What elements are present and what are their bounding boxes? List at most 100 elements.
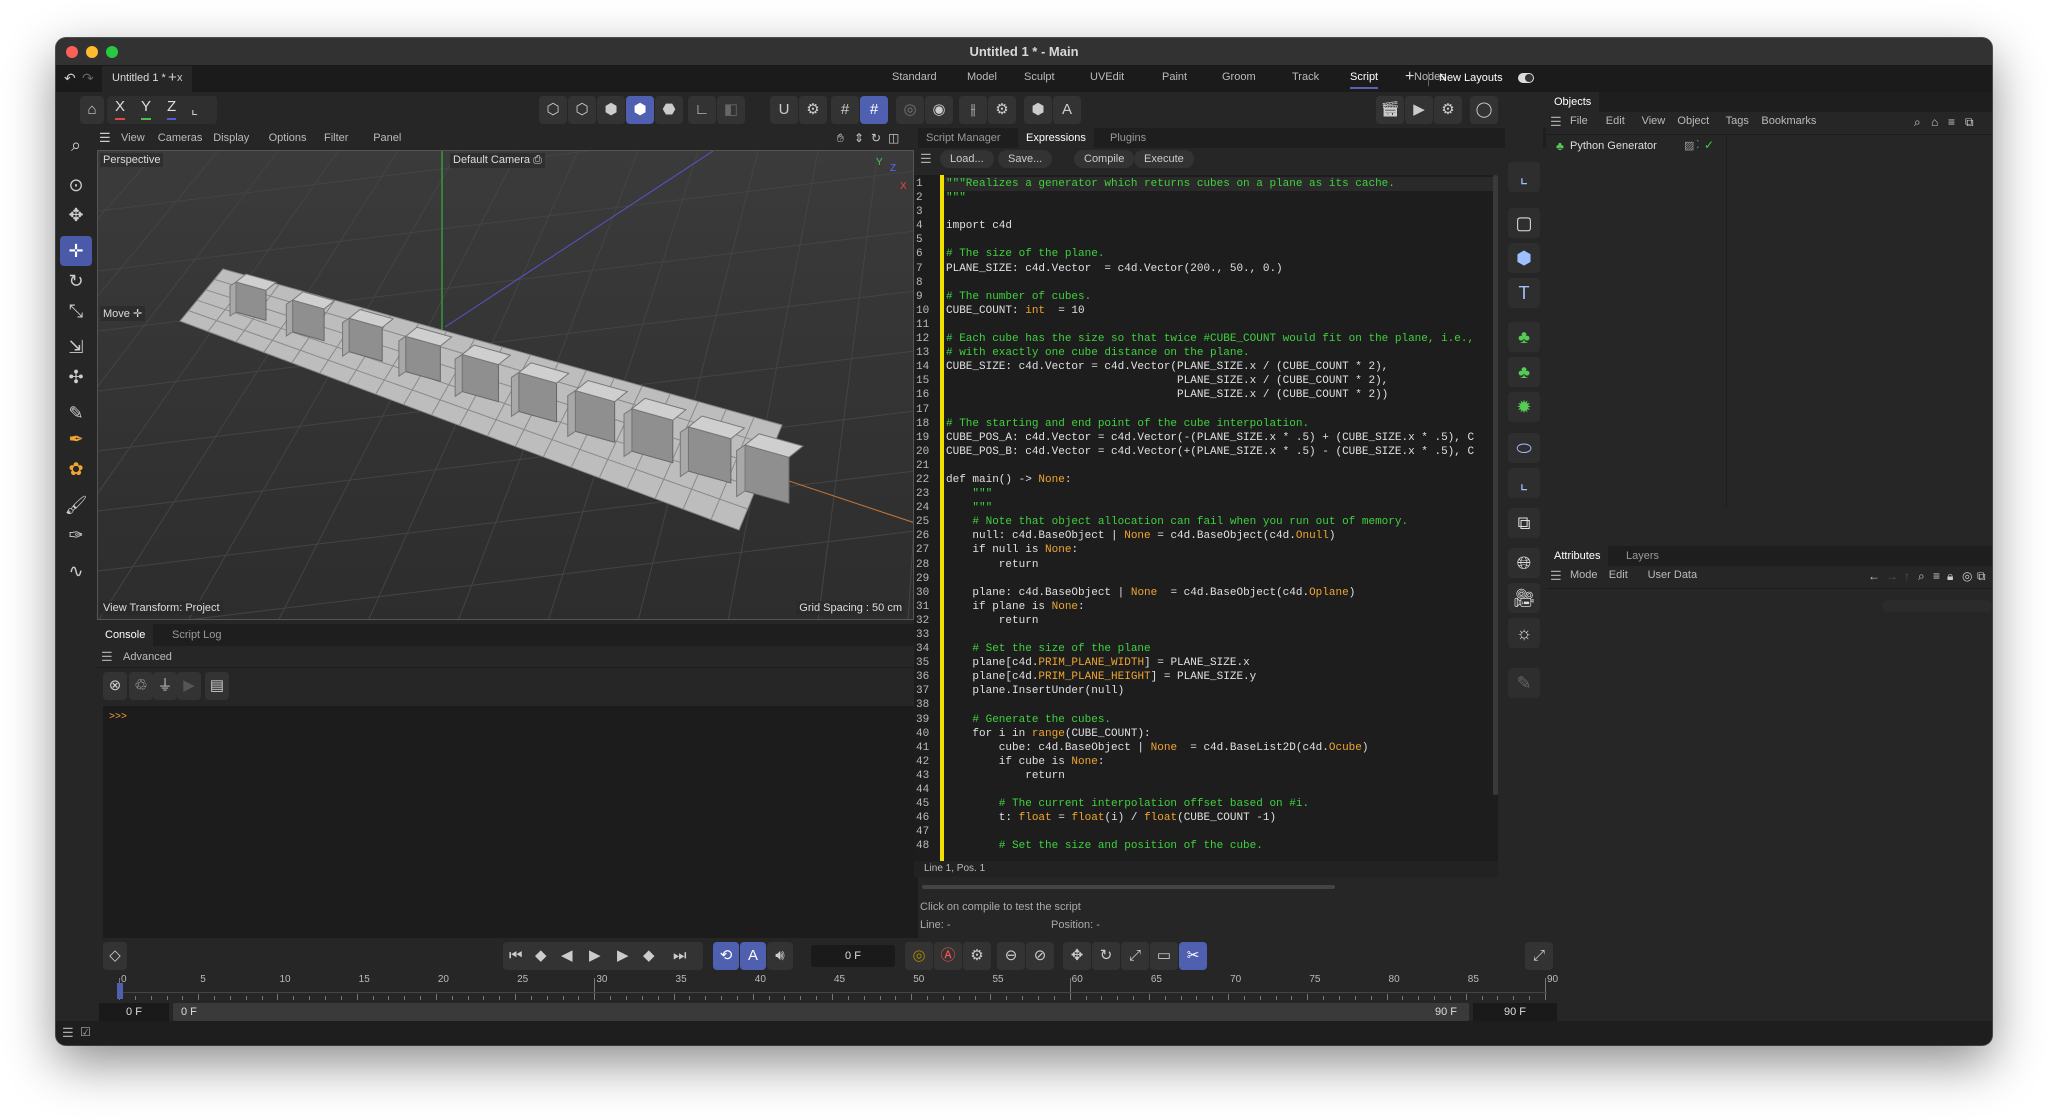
new-layouts-toggle[interactable]: [1518, 73, 1534, 83]
layout-tab-standard[interactable]: Standard: [892, 71, 937, 83]
spline-tools-icon[interactable]: ✒: [60, 424, 92, 454]
scene-icon[interactable]: ⧉: [1508, 508, 1540, 538]
menu-file[interactable]: File: [1570, 115, 1588, 127]
camera-icon[interactable]: 🎥︎: [1508, 583, 1540, 613]
save-button[interactable]: Save...: [998, 150, 1053, 168]
menu-display[interactable]: Display: [213, 132, 249, 144]
x-axis-lock-button[interactable]: X: [115, 96, 126, 120]
cloner-icon[interactable]: ♣: [1508, 357, 1540, 387]
previous-key-icon[interactable]: ◆: [535, 942, 547, 970]
edges-mode-icon[interactable]: ⬡: [568, 96, 596, 124]
hamburger-menu-icon[interactable]: ☰: [62, 1025, 74, 1041]
polygons-mode-icon[interactable]: ⬢: [597, 96, 625, 124]
object-row-python-generator[interactable]: ♣ Python Generator ▨ ⁚ ✓: [1550, 138, 1730, 156]
brush-icon[interactable]: 🖌︎: [60, 490, 92, 520]
console-output[interactable]: >>>: [103, 706, 958, 974]
new-window-icon[interactable]: ⧉: [1965, 115, 1974, 130]
search-icon[interactable]: ⌕: [1914, 115, 1921, 130]
points-mode-icon[interactable]: ⬡: [539, 96, 567, 124]
forward-arrow-icon[interactable]: →: [1886, 569, 1898, 583]
animation-icon[interactable]: A: [740, 942, 766, 970]
3d-viewport[interactable]: Perspective Default Camera ⎙ Move ✛ View…: [97, 150, 914, 620]
run-icon[interactable]: ▶: [177, 672, 201, 700]
y-axis-lock-button[interactable]: Y: [141, 96, 152, 120]
menu-mode[interactable]: Mode: [1570, 569, 1598, 581]
layout-tab-model[interactable]: Model: [967, 71, 997, 83]
autokey-settings-icon[interactable]: ◎: [905, 942, 933, 970]
workplane-icon[interactable]: ∟: [688, 96, 716, 124]
record-icon[interactable]: Ⓐ: [934, 942, 962, 970]
clear-console-icon[interactable]: ⊗: [103, 672, 127, 700]
snap-settings-icon[interactable]: ⚙: [799, 96, 827, 124]
parameter-key-icon[interactable]: ▭: [1150, 942, 1178, 970]
hamburger-menu-icon[interactable]: ☰: [101, 649, 113, 665]
render-settings-icon[interactable]: ⚙: [1434, 96, 1462, 124]
rotation-key-icon[interactable]: ↻: [1092, 942, 1120, 970]
grid-lock-icon[interactable]: #: [860, 96, 888, 124]
play-icon[interactable]: ▶: [589, 942, 601, 970]
selection-tools-icon[interactable]: ✥: [60, 200, 92, 230]
back-arrow-icon[interactable]: ←: [1868, 569, 1880, 583]
new-window-icon[interactable]: ⧉: [1977, 569, 1986, 584]
code-scrollbar[interactable]: [1493, 175, 1498, 795]
hamburger-menu-icon[interactable]: ☰: [920, 151, 932, 167]
point-level-icon[interactable]: ✂: [1179, 942, 1207, 970]
go-to-end-icon[interactable]: ⏭: [673, 942, 687, 970]
render-queue-icon[interactable]: ◯: [1470, 96, 1498, 124]
tab-layers[interactable]: Layers: [1618, 546, 1667, 566]
object-mode-icon[interactable]: ⌂: [80, 96, 104, 124]
undo-icon[interactable]: ↶: [64, 70, 76, 87]
menu-object[interactable]: Object: [1677, 115, 1709, 127]
coordinate-system-icon[interactable]: ⌞: [191, 96, 198, 124]
redshift-icon[interactable]: ⬢: [1024, 96, 1052, 124]
hamburger-menu-icon[interactable]: ☰: [99, 130, 111, 146]
camera-label[interactable]: Default Camera ⎙: [450, 153, 545, 168]
menu-tags[interactable]: Tags: [1726, 115, 1749, 127]
previous-frame-icon[interactable]: ◀: [561, 942, 573, 970]
compile-button[interactable]: Compile: [1074, 150, 1135, 168]
layout-tab-sculpt[interactable]: Sculpt: [1024, 71, 1055, 83]
search-icon[interactable]: ⌕: [1918, 569, 1925, 584]
keyframe-icon[interactable]: ◇: [103, 942, 127, 970]
menu-view[interactable]: View: [1642, 115, 1666, 127]
move-tool-icon[interactable]: ✛: [60, 236, 92, 266]
scale-tool-icon[interactable]: ⤡: [60, 296, 92, 326]
filter-icon[interactable]: ≡: [1948, 115, 1955, 129]
menu-view[interactable]: View: [121, 132, 145, 144]
live-selection-icon[interactable]: ⊙: [60, 170, 92, 200]
deformer-icon[interactable]: ✹: [1508, 392, 1540, 422]
timeline-window-icon[interactable]: ⤢: [1525, 942, 1553, 970]
tab-plugins[interactable]: Plugins: [1102, 128, 1154, 148]
loop-icon[interactable]: ⟲: [713, 942, 739, 970]
layer-icon[interactable]: ▨: [1684, 139, 1694, 152]
playhead[interactable]: [117, 983, 123, 999]
texture-mode-icon[interactable]: ⬣: [655, 96, 683, 124]
motion-icon[interactable]: ⊘: [1026, 942, 1054, 970]
dolly-icon[interactable]: ⇕: [854, 131, 864, 145]
target-icon[interactable]: ◎: [1962, 569, 1972, 583]
menu-edit[interactable]: Edit: [1609, 569, 1628, 581]
tweak-tool-icon[interactable]: ✣: [60, 362, 92, 392]
execute-button[interactable]: Execute: [1134, 150, 1194, 168]
environment-icon[interactable]: 🌐︎: [1508, 548, 1540, 578]
menu-filter[interactable]: Filter: [324, 132, 348, 144]
redo-icon[interactable]: ↷: [82, 70, 94, 87]
recycle-icon[interactable]: ♲: [129, 672, 153, 700]
range-slider[interactable]: 0 F 90 F: [173, 1003, 1469, 1021]
menu-bookmarks[interactable]: Bookmarks: [1761, 115, 1816, 127]
enabled-check-icon[interactable]: ✓: [1704, 138, 1714, 152]
symmetry-settings-icon[interactable]: ⚙: [988, 96, 1016, 124]
render-view-icon[interactable]: 🎬︎: [1376, 96, 1404, 124]
go-to-start-icon[interactable]: ⏮: [509, 942, 523, 970]
lock-icon[interactable]: 🔒︎: [1947, 569, 1953, 584]
null-object-icon[interactable]: ⌞: [1508, 162, 1540, 192]
next-key-icon[interactable]: ◆: [643, 942, 655, 970]
toggle-layout-icon[interactable]: ◫: [888, 131, 899, 145]
transform-tool-icon[interactable]: ⇲: [60, 332, 92, 362]
grid-icon[interactable]: #: [831, 96, 859, 124]
next-frame-icon[interactable]: ▶: [617, 942, 629, 970]
camera-object-icon[interactable]: ⌞: [1508, 468, 1540, 498]
layout-tab-track[interactable]: Track: [1292, 71, 1319, 83]
hamburger-menu-icon[interactable]: ☰: [1550, 114, 1562, 130]
scale-key-icon[interactable]: ⤢: [1121, 942, 1149, 970]
